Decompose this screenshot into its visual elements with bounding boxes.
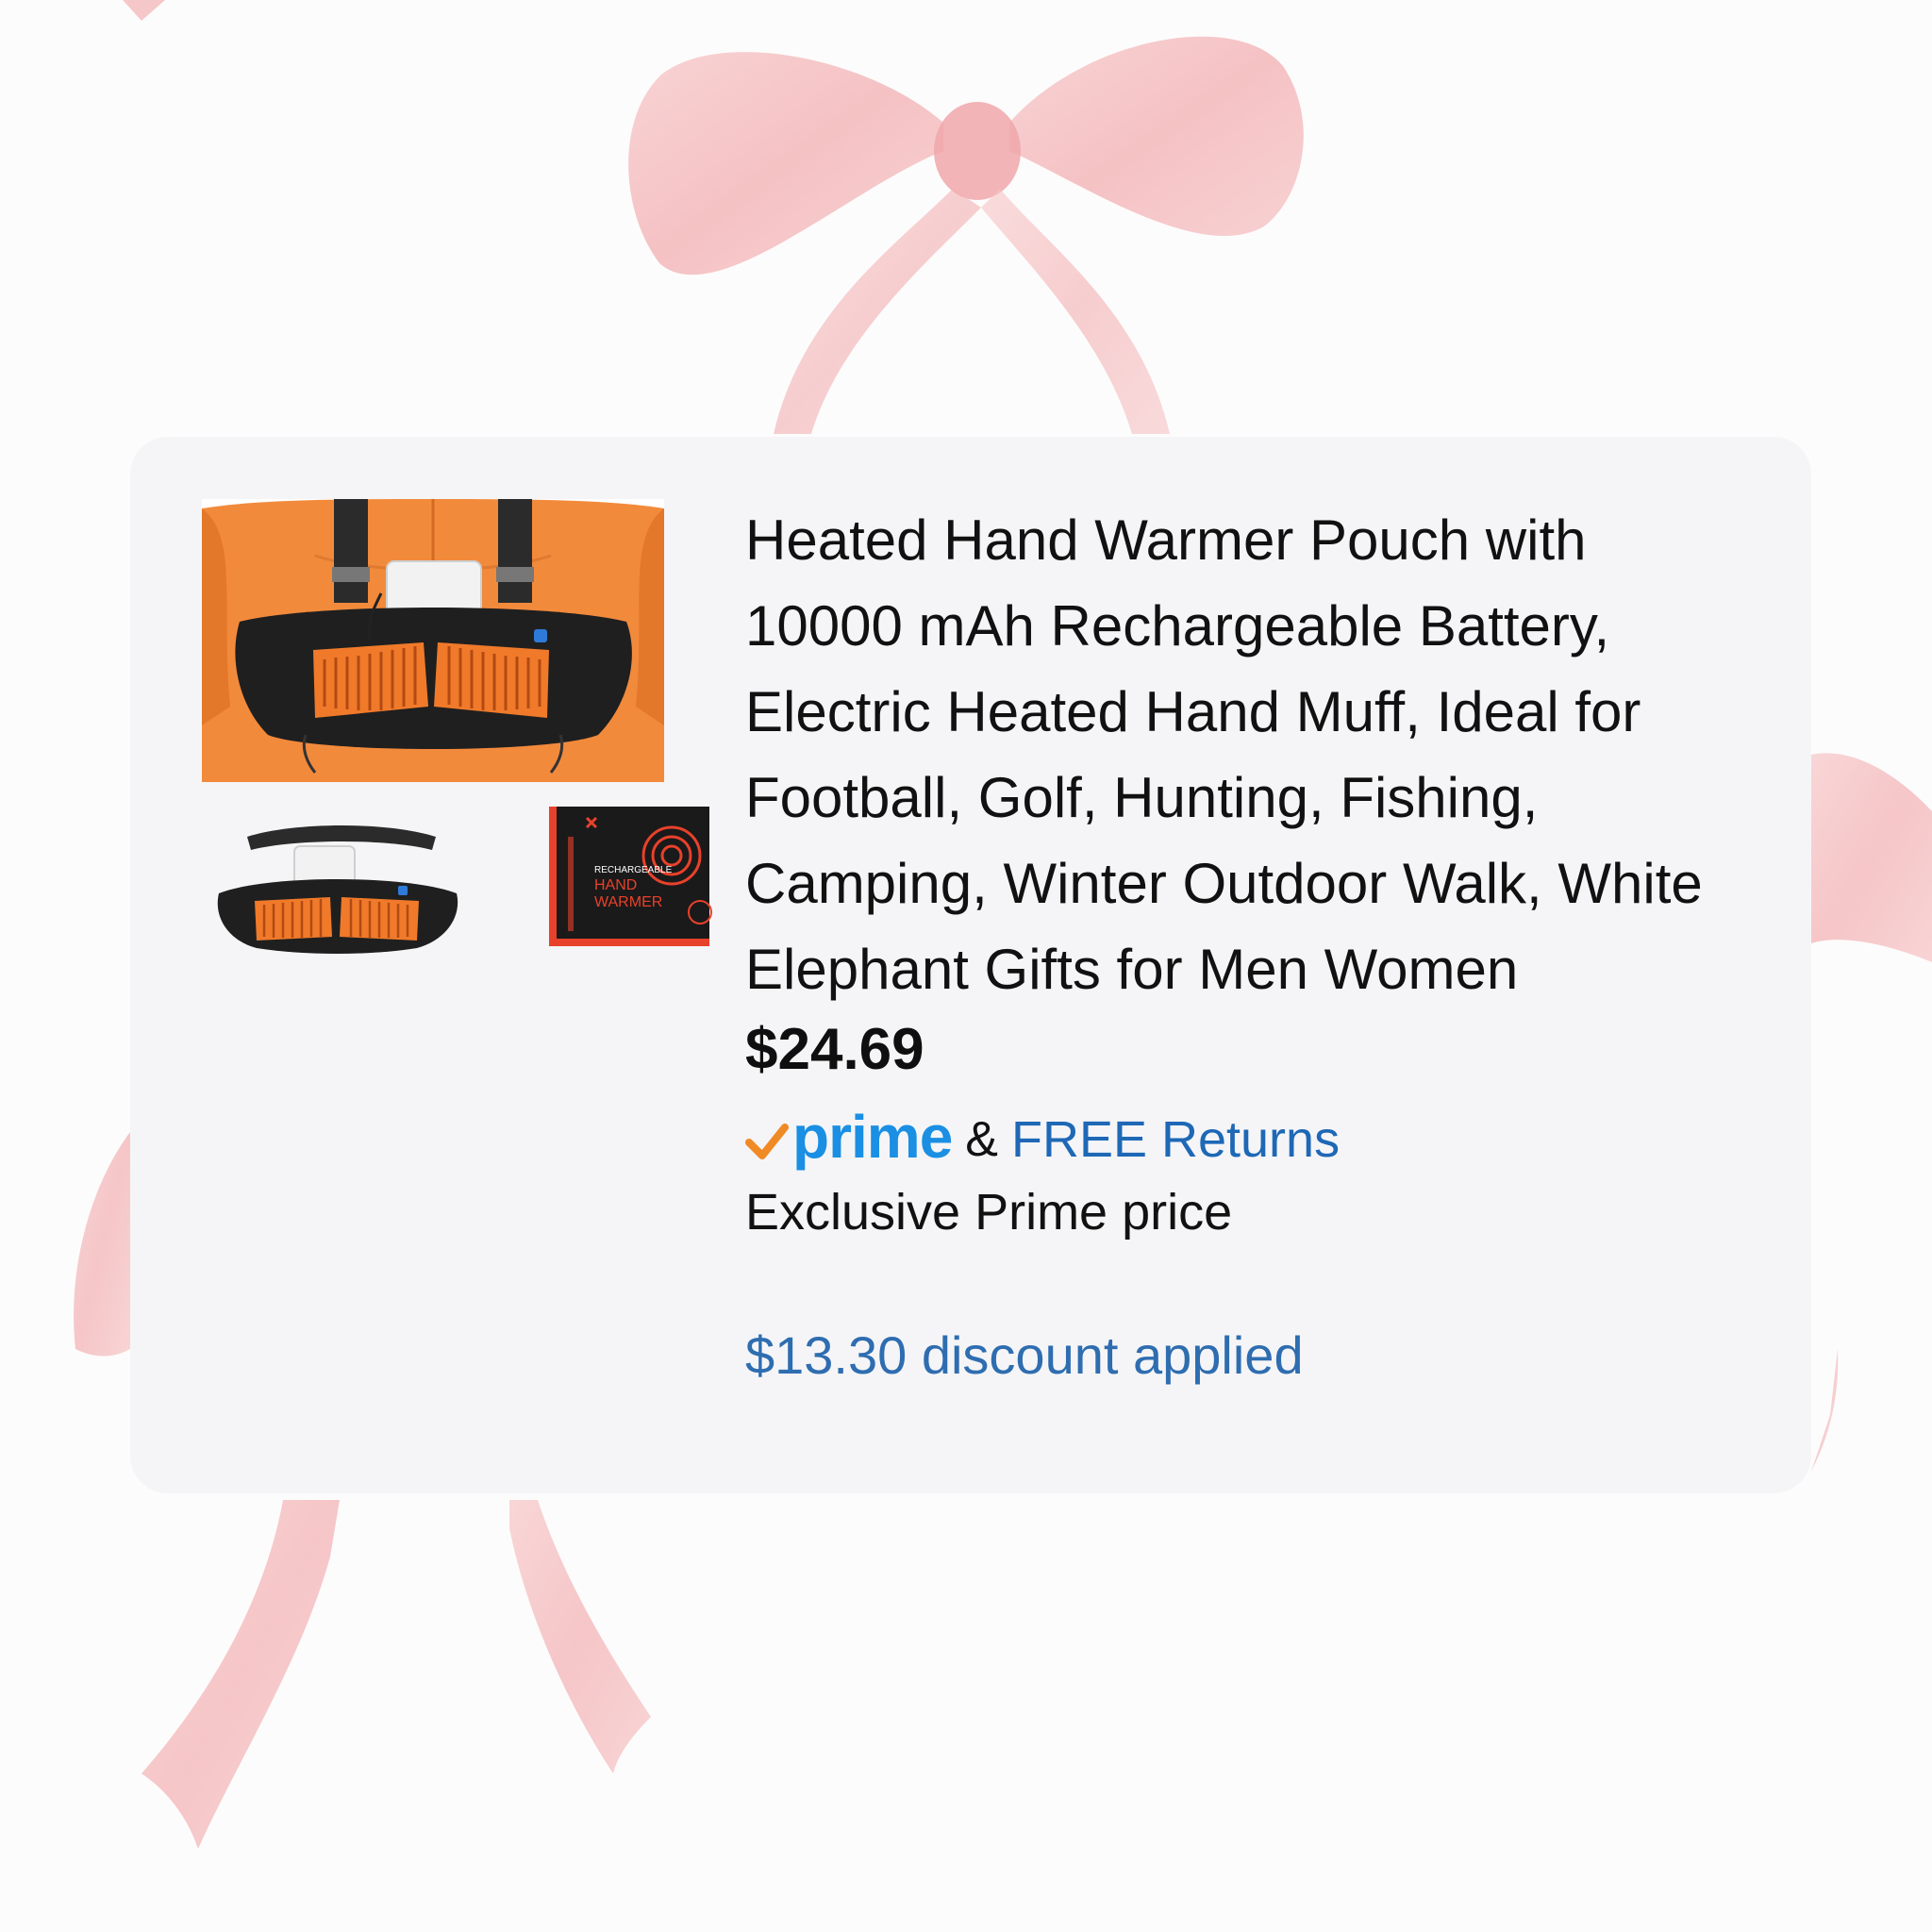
product-price: $24.69	[745, 1017, 924, 1082]
bow-knot	[934, 102, 1021, 200]
box-label-line2: HAND	[594, 877, 637, 893]
bow-left-fragment	[74, 1132, 130, 1357]
bow-left-loop	[628, 52, 943, 275]
prime-shipping-row: prime & FREE Returns	[745, 1093, 1745, 1174]
product-thumbnail-pouch[interactable]	[209, 808, 464, 959]
prime-label: prime	[792, 1103, 953, 1171]
bow-bottom-left-tail	[142, 1500, 340, 1849]
box-label-line1: RECHARGEABLE	[594, 865, 673, 875]
bow-right-strip	[1811, 1349, 1839, 1472]
product-image-gallery[interactable]: RECHARGEABLE HAND WARMER	[202, 499, 719, 959]
product-info: Heated Hand Warmer Pouch with 10000 mAh …	[745, 505, 1745, 1393]
bow-corner-ribbon	[123, 0, 165, 21]
product-title[interactable]: Heated Hand Warmer Pouch with 10000 mAh …	[745, 497, 1745, 1012]
discount-applied: $13.30 discount applied	[745, 1325, 1304, 1385]
exclusive-prime-price: Exclusive Prime price	[745, 1184, 1233, 1241]
shipping-connector: &	[965, 1112, 998, 1167]
check-icon	[745, 1124, 789, 1159]
prime-badge: prime	[745, 1101, 953, 1171]
bow-right-fragment	[1811, 753, 1932, 962]
bow-bottom-right-tail	[509, 1500, 651, 1774]
box-label-line3: WARMER	[594, 894, 662, 910]
screenshot-canvas: RECHARGEABLE HAND WARMER Heated Hand War…	[0, 0, 1932, 1932]
bow-right-loop	[1009, 36, 1304, 237]
product-card[interactable]: RECHARGEABLE HAND WARMER Heated Hand War…	[130, 437, 1811, 1493]
bow-right-tail	[981, 189, 1170, 434]
free-returns-link[interactable]: FREE Returns	[1011, 1110, 1340, 1169]
product-main-image[interactable]	[202, 499, 664, 782]
product-thumbnail-box[interactable]: RECHARGEABLE HAND WARMER	[549, 799, 719, 950]
